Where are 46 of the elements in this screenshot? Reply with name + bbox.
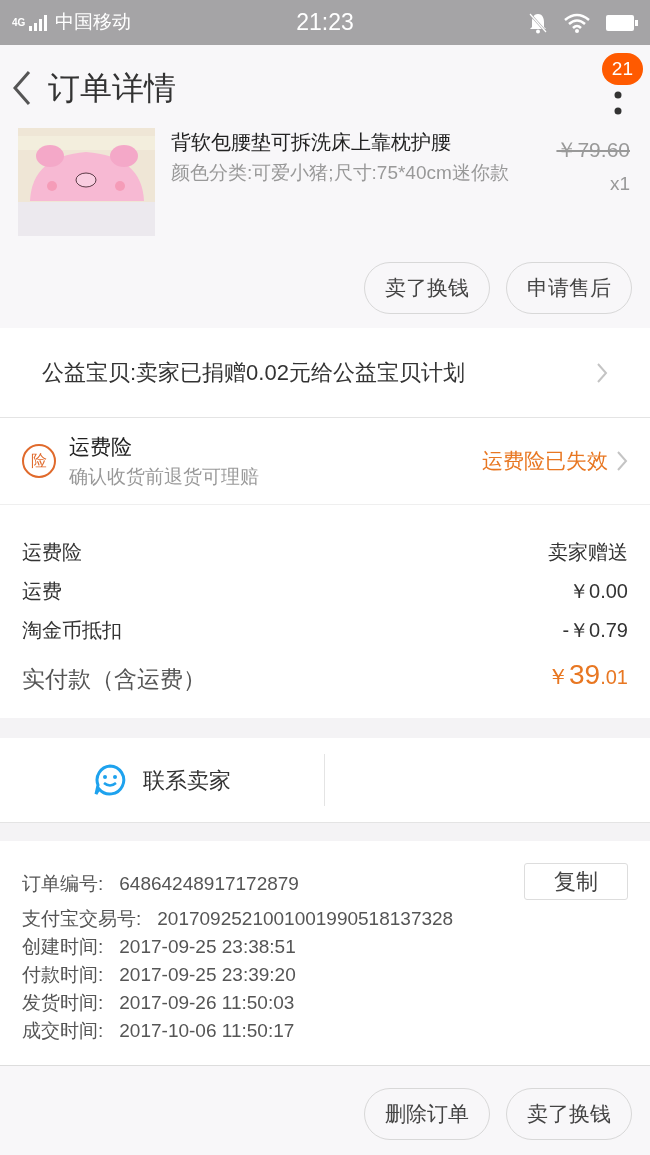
clock: 21:23: [296, 8, 354, 38]
wifi-icon: [564, 12, 590, 33]
back-icon[interactable]: [12, 69, 32, 106]
info-value: 2017-09-25 23:39:20: [119, 962, 296, 987]
info-value: 2017-10-06 11:50:17: [119, 1018, 295, 1043]
smiley-chat-icon: [93, 763, 127, 797]
notification-badge: 21: [601, 53, 643, 85]
charity-row[interactable]: 公益宝贝:卖家已捐赠0.02元给公益宝贝计划: [0, 328, 650, 418]
chevron-right-icon: [596, 361, 608, 384]
page-title: 订单详情: [48, 68, 176, 108]
fee-value: ￥0.00: [569, 579, 628, 604]
info-label: 创建时间:: [22, 934, 104, 959]
insurance-row[interactable]: 险 运费险 确认收货前退货可理赔 运费险已失效: [0, 418, 650, 505]
fee-label: 淘金币抵扣: [22, 618, 122, 643]
more-icon[interactable]: [614, 90, 622, 117]
product-variant: 颜色分类:可爱小猪;尺寸:75*40cm迷你款: [171, 161, 510, 185]
fee-value: -￥0.79: [562, 618, 628, 643]
carrier-label: 中国移动: [55, 10, 132, 35]
copy-button[interactable]: 复制: [524, 863, 628, 900]
charity-text: 公益宝贝:卖家已捐赠0.02元给公益宝贝计划: [42, 359, 465, 387]
insurance-badge: 险: [22, 444, 56, 478]
chevron-right-icon: [616, 450, 628, 472]
info-label: 付款时间:: [22, 962, 104, 987]
quantity: x1: [609, 171, 630, 196]
total-label: 实付款（含运费）: [22, 664, 206, 694]
insurance-subtitle: 确认收货前退货可理赔: [69, 464, 259, 489]
total-amount: ￥39.01: [547, 658, 628, 692]
info-label: 支付宝交易号:: [22, 906, 142, 931]
info-label: 订单编号:: [22, 871, 104, 896]
insurance-title: 运费险: [69, 434, 133, 460]
info-label: 发货时间:: [22, 990, 104, 1015]
network-label: 4G: [12, 17, 26, 28]
fee-value: 卖家赠送: [548, 540, 628, 565]
insurance-status: 运费险已失效: [482, 448, 608, 475]
product-title: 背软包腰垫可拆洗床上靠枕护腰: [171, 130, 452, 155]
info-value: 2017092521001001990518137328: [157, 906, 454, 931]
info-value: 64864248917172879: [119, 871, 299, 896]
info-value: 2017-09-25 23:38:51: [119, 934, 296, 959]
battery-icon: [606, 14, 638, 31]
original-price: ￥79.60: [556, 137, 630, 163]
fee-label: 运费: [22, 579, 62, 604]
fee-label: 运费险: [22, 540, 82, 565]
info-label: 成交时间:: [22, 1018, 104, 1043]
info-value: 2017-09-26 11:50:03: [119, 990, 295, 1015]
signal-icon: [29, 14, 48, 31]
bell-muted-icon: [528, 11, 548, 34]
